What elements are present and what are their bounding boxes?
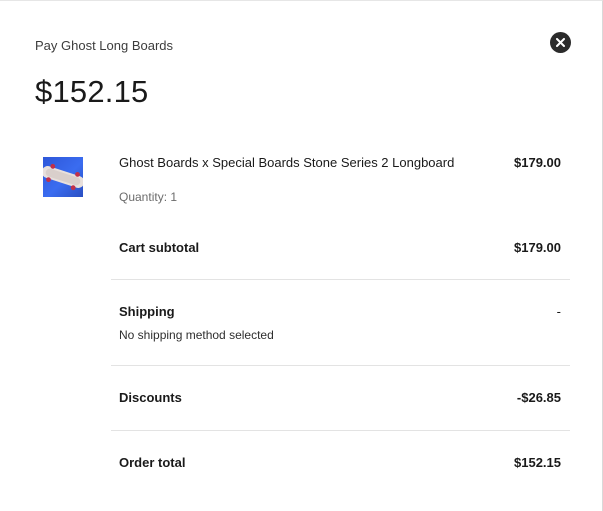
divider — [111, 279, 570, 280]
close-button[interactable] — [550, 32, 571, 53]
discounts-value: -$26.85 — [516, 390, 561, 405]
divider — [111, 430, 570, 431]
item-price: $179.00 — [514, 155, 561, 170]
order-total-value: $152.15 — [514, 455, 561, 470]
discounts-label: Discounts — [119, 390, 182, 405]
item-name: Ghost Boards x Special Boards Stone Seri… — [119, 155, 455, 170]
amount-due: $152.15 — [35, 74, 149, 109]
cart-subtotal-value: $179.00 — [514, 240, 561, 255]
product-thumbnail — [43, 157, 83, 197]
item-quantity: Quantity: 1 — [119, 190, 178, 204]
merchant-title: Pay Ghost Long Boards — [35, 38, 174, 53]
shipping-note: No shipping method selected — [119, 328, 274, 342]
order-total-label: Order total — [119, 455, 186, 470]
divider — [111, 365, 570, 366]
shipping-value: - — [556, 304, 561, 319]
shipping-label: Shipping — [119, 304, 175, 319]
checkout-panel: Pay Ghost Long Boards $152.15 Ghost Boar… — [0, 0, 603, 511]
close-icon — [556, 38, 565, 47]
cart-subtotal-label: Cart subtotal — [119, 240, 200, 255]
longboard-image — [43, 163, 83, 191]
